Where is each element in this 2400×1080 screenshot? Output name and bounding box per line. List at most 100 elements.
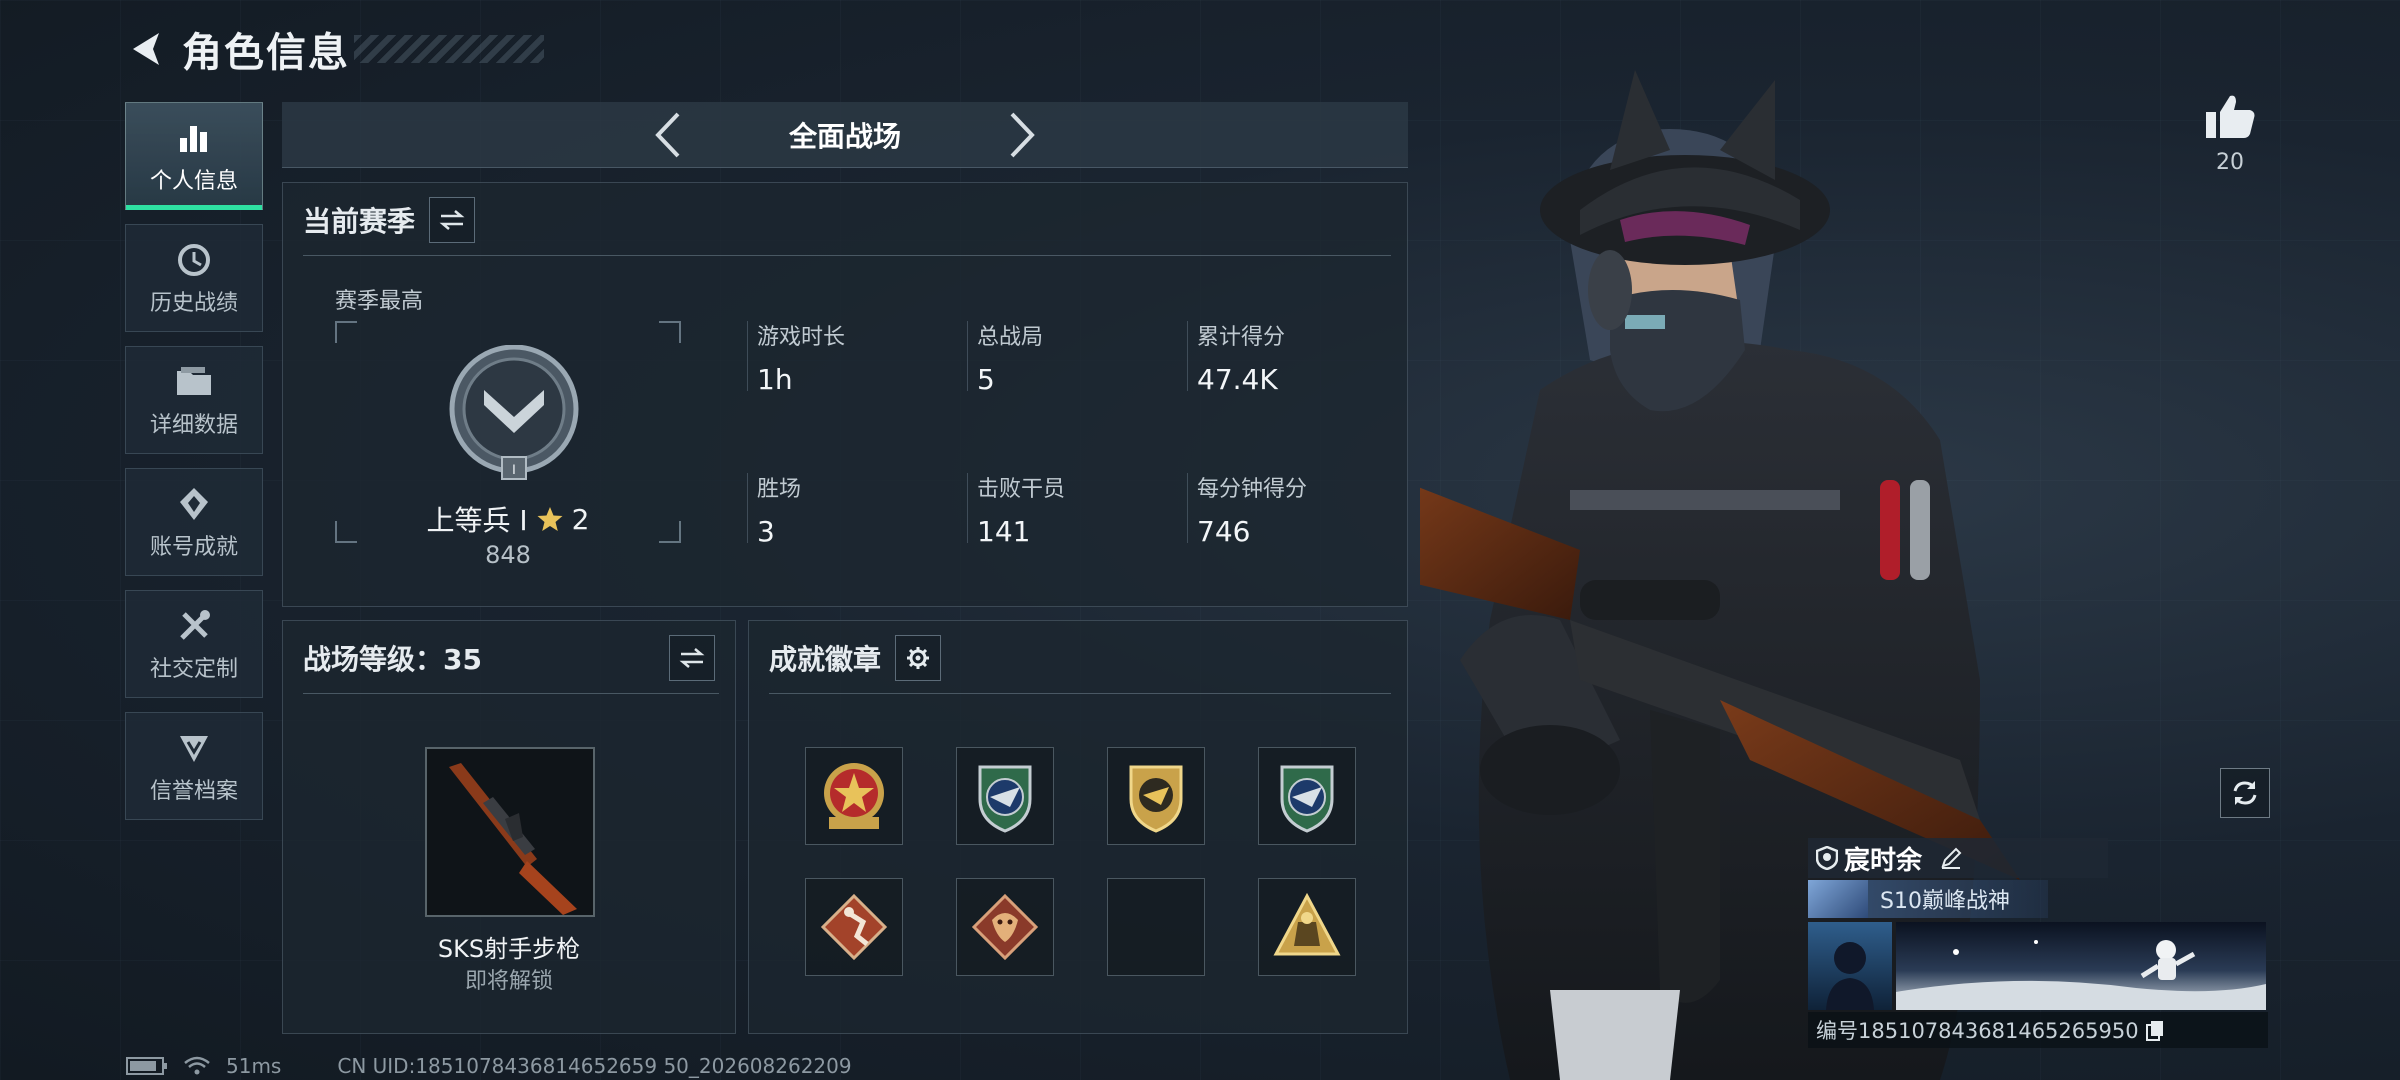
level-title: 战场等级：35: [303, 643, 482, 676]
divider: [303, 693, 719, 694]
badge-slot[interactable]: [805, 878, 903, 976]
sidebar-item-label: 详细数据: [149, 413, 238, 438]
mode-title: 全面战场: [788, 119, 901, 153]
thumbs-up-icon: [2206, 95, 2255, 138]
badge-grid: [805, 747, 1356, 976]
badge-slot[interactable]: [1107, 747, 1205, 845]
stat-total-score: 累计得分 47.4K: [1186, 319, 1286, 396]
star-icon: [537, 507, 563, 531]
season-header: 当前赛季: [303, 197, 476, 243]
badge-slot[interactable]: [956, 878, 1054, 976]
stat-total-matches: 总战局 5: [966, 319, 1043, 396]
sidebar-item-reputation[interactable]: 信誉档案: [125, 712, 263, 820]
stat-value: 141: [977, 515, 1031, 548]
gold-shield-icon: [1129, 765, 1183, 833]
pencil-icon: [1941, 847, 1962, 869]
green-shield-wings-icon: [1280, 765, 1334, 833]
rank-name-row: 上等兵 I 2: [335, 499, 681, 539]
rank-score: 848: [485, 541, 531, 569]
player-banner[interactable]: [1896, 922, 2266, 1010]
badge-slot[interactable]: [805, 747, 903, 845]
stat-value: 5: [977, 363, 995, 396]
copy-icon: [2145, 1021, 2163, 1041]
title-emblem-icon: [1808, 880, 1868, 918]
back-button[interactable]: [124, 26, 170, 72]
chevron-right-icon: [1010, 112, 1035, 157]
rank-box: I 上等兵 I 2 848: [335, 321, 681, 569]
header: 角色信息: [124, 22, 544, 76]
mode-prev-button[interactable]: [639, 105, 699, 165]
rank-label: 赛季最高: [335, 289, 424, 314]
achievement-icon: [176, 483, 212, 525]
rank-badge-icon: I: [449, 345, 579, 480]
player-card-images: [1808, 922, 2268, 1010]
runner-badge-icon: [820, 893, 888, 961]
stat-playtime: 游戏时长 1h: [746, 319, 846, 396]
stat-value: 1h: [757, 363, 793, 396]
badge-settings-button[interactable]: [895, 635, 942, 681]
sidebar-item-personal-info[interactable]: 个人信息: [125, 102, 263, 210]
rotate-view-button[interactable]: [2220, 768, 2270, 818]
sidebar-item-history[interactable]: 历史战绩: [125, 224, 263, 332]
season-title: 当前赛季: [303, 205, 416, 238]
green-shield-wings-icon: [978, 765, 1032, 833]
like-button[interactable]: 20: [2200, 92, 2260, 175]
stat-label: 累计得分: [1197, 325, 1286, 350]
sidebar-item-label: 历史战绩: [149, 291, 238, 316]
swap-icon: [439, 210, 465, 230]
player-id-row: 编号185107843681465265950: [1808, 1012, 2268, 1048]
copy-id-button[interactable]: [2145, 1019, 2165, 1041]
sidebar-item-label: 账号成就: [149, 535, 238, 560]
stat-label: 游戏时长: [757, 325, 846, 350]
battery-icon: [126, 1057, 167, 1075]
mode-selector: 全面战场: [282, 102, 1408, 168]
edit-name-button[interactable]: [1940, 847, 1962, 869]
gold-triangle-badge-icon: [1273, 892, 1341, 956]
status-bar: 51ms CN UID:1851078436814652659 50_20260…: [126, 1054, 852, 1078]
stat-value: 3: [757, 515, 775, 548]
wifi-icon: [184, 1056, 210, 1075]
badge-slot[interactable]: [1258, 878, 1356, 976]
stat-score-per-minute: 每分钟得分 746: [1186, 471, 1308, 548]
back-arrow-icon: [133, 33, 159, 65]
player-title-row: S10巅峰战神: [1808, 880, 2048, 918]
red-star-medal-icon: [824, 763, 884, 829]
season-panel: 当前赛季 赛季最高 I 上等兵 I 2 848 游戏时长 1h 总战局 5 累计…: [282, 182, 1408, 607]
stat-label: 击败干员: [977, 477, 1066, 502]
stat-label: 每分钟得分: [1197, 477, 1308, 502]
bar-chart-icon: [176, 117, 212, 159]
mode-next-button[interactable]: [991, 105, 1051, 165]
sidebar-item-social[interactable]: 社交定制: [125, 590, 263, 698]
sidebar-item-label: 社交定制: [149, 657, 238, 682]
shield-icon: [1816, 846, 1838, 870]
folder-icon: [175, 361, 213, 403]
badge-slot-empty[interactable]: [1107, 878, 1205, 976]
stat-label: 胜场: [757, 477, 802, 502]
weapon-reward-slot[interactable]: [425, 747, 595, 917]
player-card: 宸时余 S10巅峰战神 编号185107843681465265950: [1808, 838, 2268, 1050]
uid-text: CN UID:1851078436814652659 50_2026082622…: [337, 1054, 852, 1078]
title-decoration: [354, 35, 544, 63]
swap-icon: [679, 648, 705, 668]
badge-slot[interactable]: [956, 747, 1054, 845]
svg-text:I: I: [512, 461, 516, 477]
tools-icon: [176, 605, 212, 647]
ping-value: 51ms: [226, 1054, 282, 1078]
astronaut-banner-image: [1896, 940, 2266, 1010]
badge-title: 成就徽章: [769, 643, 882, 676]
level-panel: 战场等级：35 SKS射手步枪 即将解锁: [282, 620, 736, 1034]
sidebar-item-detail-data[interactable]: 详细数据: [125, 346, 263, 454]
rank-stars: 2: [571, 502, 590, 536]
avatar[interactable]: [1808, 922, 1892, 1010]
stat-value: 746: [1197, 515, 1251, 548]
season-switch-button[interactable]: [429, 197, 476, 243]
badge-slot[interactable]: [1258, 747, 1356, 845]
level-switch-button[interactable]: [669, 635, 715, 681]
rotate-icon: [2233, 781, 2257, 805]
rank-name: 上等兵 I: [426, 504, 528, 537]
player-title: S10巅峰战神: [1880, 889, 2010, 914]
player-name-row: 宸时余: [1808, 838, 2108, 878]
player-id: 编号185107843681465265950: [1816, 1019, 2139, 1043]
sidebar-item-achievements[interactable]: 账号成就: [125, 468, 263, 576]
player-name: 宸时余: [1844, 845, 1923, 876]
